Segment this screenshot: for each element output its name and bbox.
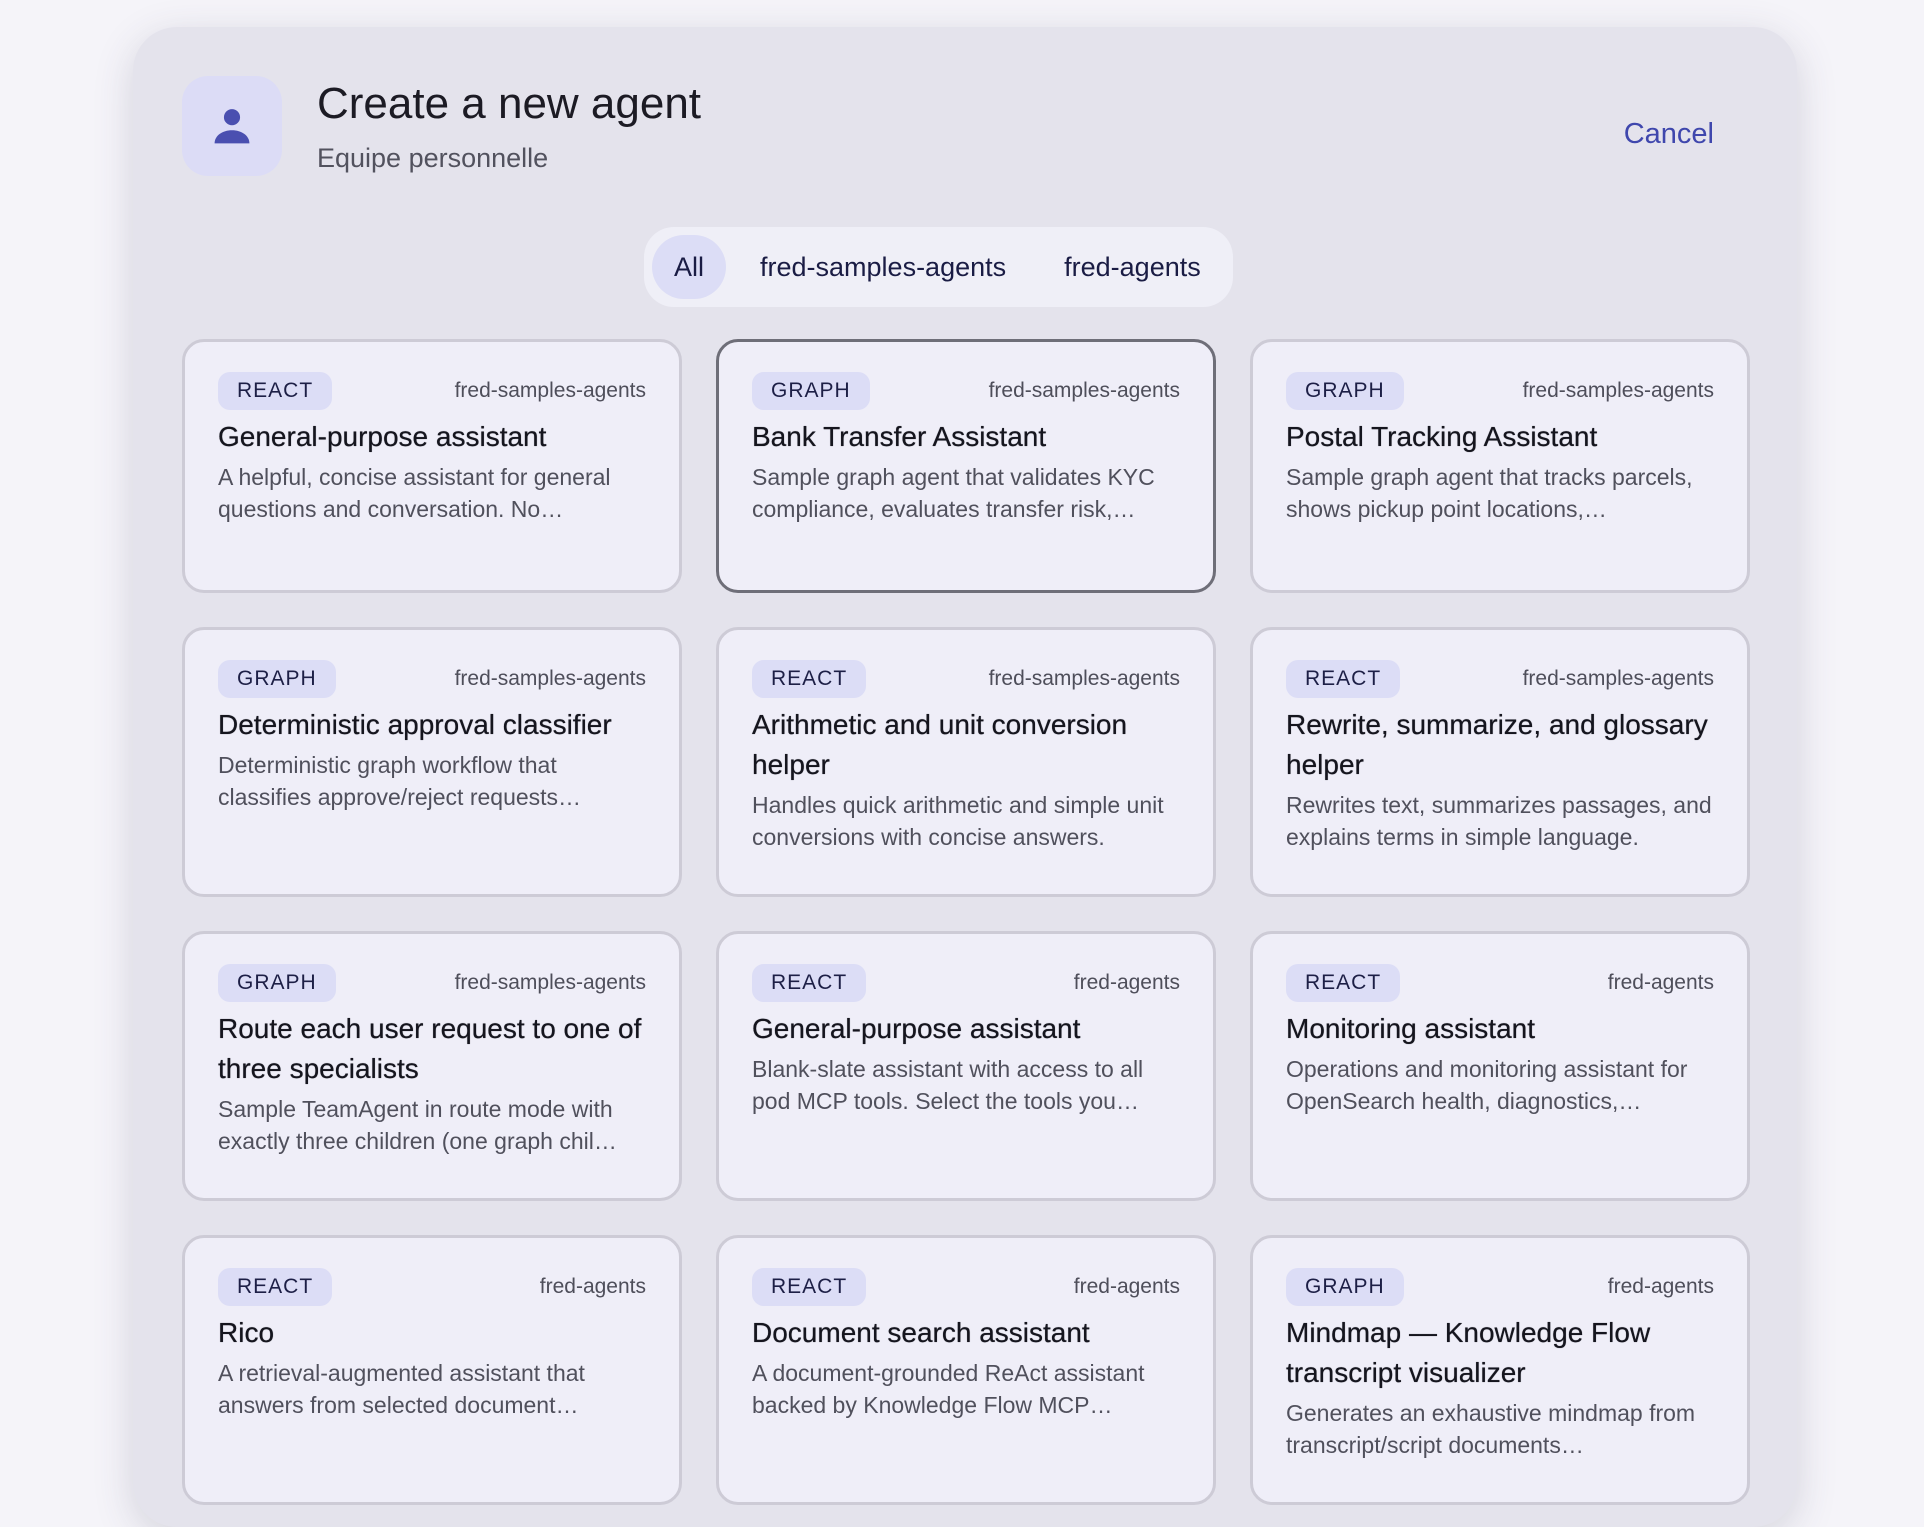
- agent-card-title: General-purpose assistant: [752, 1013, 1081, 1044]
- agent-source-label: fred-agents: [1073, 1275, 1180, 1298]
- agent-card-description: Handles quick arithmetic and simple unit…: [752, 792, 1164, 850]
- agent-type-badge: REACT: [752, 660, 867, 698]
- agent-card-description: Sample graph agent that validates KYC co…: [752, 464, 1155, 522]
- agent-card[interactable]: REACT fred-agents Monitoring assistant Oper…: [1250, 931, 1750, 1201]
- agent-source-label: fred-samples-agents: [988, 667, 1180, 690]
- dialog-header: Create a new agent Equipe personnelle Ca…: [182, 76, 1748, 206]
- agent-card-description: Operations and monitoring assistant for …: [1286, 1056, 1688, 1114]
- agent-source-label: fred-samples-agents: [988, 379, 1180, 402]
- agent-type-badge: REACT: [1286, 964, 1401, 1002]
- agent-card[interactable]: GRAPH fred-samples-agents Route each user …: [182, 931, 682, 1201]
- agent-card-description: Deterministic graph workflow that classi…: [218, 752, 582, 810]
- agent-card-header: REACT fred-agents: [752, 963, 1180, 1003]
- agent-source-label: fred-agents: [1607, 1275, 1714, 1298]
- team-avatar: [182, 76, 282, 176]
- filter-chip-all[interactable]: All: [652, 235, 727, 299]
- agent-card-description: Sample TeamAgent in route mode with exac…: [218, 1096, 617, 1154]
- agent-card-description: A retrieval-augmented assistant that ans…: [218, 1360, 585, 1418]
- agent-card-header: REACT fred-samples-agents: [752, 659, 1180, 699]
- agent-card[interactable]: GRAPH fred-samples-agents Postal Tracking …: [1250, 339, 1750, 593]
- agent-card-header: REACT fred-samples-agents: [218, 371, 646, 411]
- agent-card-title: Postal Tracking Assistant: [1286, 421, 1598, 452]
- agent-card-title: Route each user request to one of three …: [218, 1013, 642, 1084]
- agent-type-badge: REACT: [1286, 660, 1401, 698]
- agent-type-badge: REACT: [752, 964, 867, 1002]
- agent-source-label: fred-samples-agents: [1522, 379, 1714, 402]
- agent-card[interactable]: REACT fred-samples-agents Arithmetic and u…: [716, 627, 1216, 897]
- agent-type-badge: GRAPH: [1286, 1268, 1404, 1306]
- agent-type-badge: GRAPH: [1286, 372, 1404, 410]
- agent-card-title: Monitoring assistant: [1286, 1013, 1536, 1044]
- agent-card-title: Rico: [218, 1317, 275, 1348]
- agent-card-description: A document-grounded ReAct assistant back…: [752, 1360, 1145, 1418]
- agent-card[interactable]: GRAPH fred-samples-agents Bank Transfer As…: [716, 339, 1216, 593]
- agent-card[interactable]: REACT fred-samples-agents Rewrite, summari…: [1250, 627, 1750, 897]
- agent-source-label: fred-agents: [1073, 971, 1180, 994]
- agent-source-label: fred-samples-agents: [454, 379, 646, 402]
- agent-card-header: GRAPH fred-samples-agents: [752, 371, 1180, 411]
- cancel-button[interactable]: Cancel: [1624, 116, 1714, 152]
- agent-card-title: Arithmetic and unit conversion helper: [752, 709, 1128, 780]
- agent-type-badge: REACT: [218, 372, 333, 410]
- agent-source-label: fred-samples-agents: [454, 971, 646, 994]
- agent-card-header: REACT fred-agents: [218, 1267, 646, 1307]
- agent-source-label: fred-agents: [1607, 971, 1714, 994]
- filter-chip-fred-agents[interactable]: fred-agents: [1040, 235, 1225, 299]
- agent-card-title: Mindmap — Knowledge Flow transcript visu…: [1286, 1317, 1651, 1388]
- agent-card[interactable]: REACT fred-agents Rico A retrieval-augmente…: [182, 1235, 682, 1505]
- agent-card-title: Deterministic approval classifier: [218, 709, 612, 740]
- agent-card-description: Blank-slate assistant with access to all…: [752, 1056, 1144, 1114]
- agent-card-description: Rewrites text, summarizes passages, and …: [1286, 792, 1712, 850]
- agent-source-label: fred-agents: [539, 1275, 646, 1298]
- agent-card-description: A helpful, concise assistant for general…: [218, 464, 611, 522]
- agent-card-header: GRAPH fred-agents: [1286, 1267, 1714, 1307]
- agent-card-header: REACT fred-samples-agents: [1286, 659, 1714, 699]
- agent-type-badge: GRAPH: [218, 660, 336, 698]
- source-filter-group: All fred-samples-agents fred-agents: [644, 227, 1233, 307]
- agent-card-header: GRAPH fred-samples-agents: [218, 963, 646, 1003]
- team-name: Equipe personnelle: [317, 143, 549, 173]
- filter-chip-fred-samples-agents[interactable]: fred-samples-agents: [736, 235, 1030, 299]
- agent-template-grid: REACT fred-samples-agents General-purpose …: [182, 339, 1750, 1505]
- agent-card-header: GRAPH fred-samples-agents: [1286, 371, 1714, 411]
- create-agent-dialog: Create a new agent Equipe personnelle Ca…: [133, 27, 1797, 1527]
- agent-card-title: Rewrite, summarize, and glossary helper: [1286, 709, 1708, 780]
- page-title: Create a new agent: [317, 79, 702, 128]
- agent-type-badge: REACT: [218, 1268, 333, 1306]
- agent-card-title: Document search assistant: [752, 1317, 1090, 1348]
- agent-card-header: GRAPH fred-samples-agents: [218, 659, 646, 699]
- agent-card-header: REACT fred-agents: [752, 1267, 1180, 1307]
- agent-card[interactable]: REACT fred-samples-agents General-purpose …: [182, 339, 682, 593]
- agent-card-description: Generates an exhaustive mindmap from tra…: [1286, 1400, 1696, 1458]
- person-icon: [214, 109, 250, 144]
- agent-card-description: Sample graph agent that tracks parcels, …: [1286, 464, 1693, 522]
- agent-card-header: REACT fred-agents: [1286, 963, 1714, 1003]
- agent-card-title: Bank Transfer Assistant: [752, 421, 1047, 452]
- agent-type-badge: GRAPH: [752, 372, 870, 410]
- agent-card[interactable]: REACT fred-agents Document search assistan…: [716, 1235, 1216, 1505]
- agent-type-badge: GRAPH: [218, 964, 336, 1002]
- agent-card-title: General-purpose assistant: [218, 421, 547, 452]
- agent-card[interactable]: GRAPH fred-agents Mindmap — Knowledge Flow…: [1250, 1235, 1750, 1505]
- agent-source-label: fred-samples-agents: [454, 667, 646, 690]
- agent-card[interactable]: REACT fred-agents General-purpose assistan…: [716, 931, 1216, 1201]
- agent-source-label: fred-samples-agents: [1522, 667, 1714, 690]
- agent-type-badge: REACT: [752, 1268, 867, 1306]
- agent-card[interactable]: GRAPH fred-samples-agents Deterministic ap…: [182, 627, 682, 897]
